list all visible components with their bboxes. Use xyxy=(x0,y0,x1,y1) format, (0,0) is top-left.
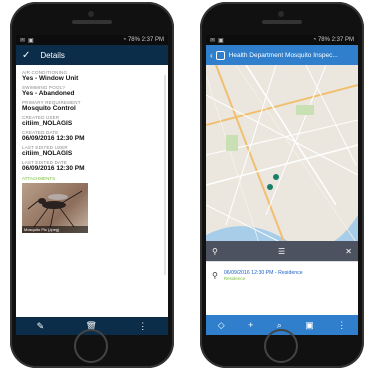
camera xyxy=(88,11,94,17)
home-button[interactable] xyxy=(74,329,108,363)
field-value: 06/09/2016 12:30 PM xyxy=(22,165,85,172)
field-value: Mosquito Control xyxy=(22,105,76,112)
page-title: Details xyxy=(40,50,65,60)
field-value: Yes - Abandoned xyxy=(22,90,75,97)
field-edited-user: LAST EDITED USER citiim_NOLAGIS xyxy=(22,145,162,157)
map-screen: ✉ ▣ ◔ 78% 2:37 PM ‹ Health Department Mos… xyxy=(206,35,358,335)
field-edited-date: LAST EDITED DATE 06/09/2016 12:30 PM xyxy=(22,160,162,172)
close-icon[interactable]: ✕ xyxy=(345,247,352,256)
check-icon[interactable]: ✓ xyxy=(22,50,30,61)
pencil-icon[interactable]: ✎ xyxy=(37,321,45,332)
field-value: 06/09/2016 12:30 PM xyxy=(22,135,85,142)
details-screen: ✉ ▣ ◔ 78% 2:37 PM ✓ Details AIR CONDITION… xyxy=(16,35,168,335)
message-icon: ✉ xyxy=(20,37,26,44)
phone-right: ✉ ▣ ◔ 78% 2:37 PM ‹ Health Department Mos… xyxy=(200,2,364,368)
field-created-user: CREATED USER citiim_NOLAGIS xyxy=(22,115,162,127)
speaker xyxy=(72,20,112,24)
details-fields: AIR CONDITIONING Yes - Window Unit SWIMM… xyxy=(16,65,168,235)
phone-left: ✉ ▣ ◔ 78% 2:37 PM ✓ Details AIR CONDITION… xyxy=(10,2,174,368)
add-icon[interactable]: + xyxy=(248,320,253,330)
pin-icon: ⚲ xyxy=(212,271,218,280)
field-ac: AIR CONDITIONING Yes - Window Unit xyxy=(22,70,162,82)
location-pin-icon[interactable]: ⚲ xyxy=(212,247,218,256)
scrollbar[interactable] xyxy=(164,75,166,275)
field-value: citiim_NOLAGIS xyxy=(22,150,73,157)
attachments-label: ATTACHMENTS xyxy=(22,176,56,181)
popup-subtitle: Residence xyxy=(223,276,246,281)
map-header: ‹ Health Department Mosquito Inspec... xyxy=(206,45,358,65)
map-title: Health Department Mosquito Inspec... xyxy=(228,51,338,59)
feature-popup[interactable]: ⚲ 06/09/2016 12:30 PM - Residence Reside… xyxy=(206,261,358,289)
speaker xyxy=(262,20,302,24)
layers-icon[interactable]: ▣ xyxy=(305,320,314,331)
list-icon[interactable]: ☰ xyxy=(278,247,285,256)
image-icon: ▣ xyxy=(28,37,34,44)
status-time: 2:37 PM xyxy=(141,37,164,43)
wifi-icon: ◔ xyxy=(122,37,127,43)
app-logo-icon xyxy=(215,50,225,60)
field-requirement: PRIMARY REQUIREMENT Mosquito Control xyxy=(22,100,162,112)
details-header: ✓ Details xyxy=(16,45,168,65)
field-created-date: CREATED DATE 06/09/2016 12:30 PM xyxy=(22,130,162,142)
image-icon: ▣ xyxy=(218,37,224,44)
diamond-icon[interactable]: ◇ xyxy=(218,320,225,331)
home-button[interactable] xyxy=(264,329,298,363)
message-icon: ✉ xyxy=(210,37,216,44)
attachment-caption: Mosquito Pic (Jpeg) xyxy=(22,226,88,233)
battery-level: 78% xyxy=(317,37,330,43)
field-value: Yes - Window Unit xyxy=(22,75,79,82)
battery-level: 78% xyxy=(127,37,140,43)
field-value: citiim_NOLAGIS xyxy=(22,120,73,127)
more-icon[interactable]: ⋮ xyxy=(138,321,147,332)
map-controls: ⚲ ☰ ✕ xyxy=(206,241,358,261)
attachment-thumbnail[interactable]: Mosquito Pic (Jpeg) xyxy=(22,183,88,233)
back-arrow-icon[interactable]: ‹ xyxy=(210,51,213,60)
field-pool: SWIMMING POOL? Yes - Abandoned xyxy=(22,85,162,97)
status-bar: ✉ ▣ ◔ 78% 2:37 PM xyxy=(16,35,168,45)
status-time: 2:37 PM xyxy=(331,37,354,43)
wifi-icon: ◔ xyxy=(312,37,317,43)
camera xyxy=(278,11,284,17)
more-icon[interactable]: ⋮ xyxy=(337,320,346,331)
status-bar: ✉ ▣ ◔ 78% 2:37 PM xyxy=(206,35,358,45)
